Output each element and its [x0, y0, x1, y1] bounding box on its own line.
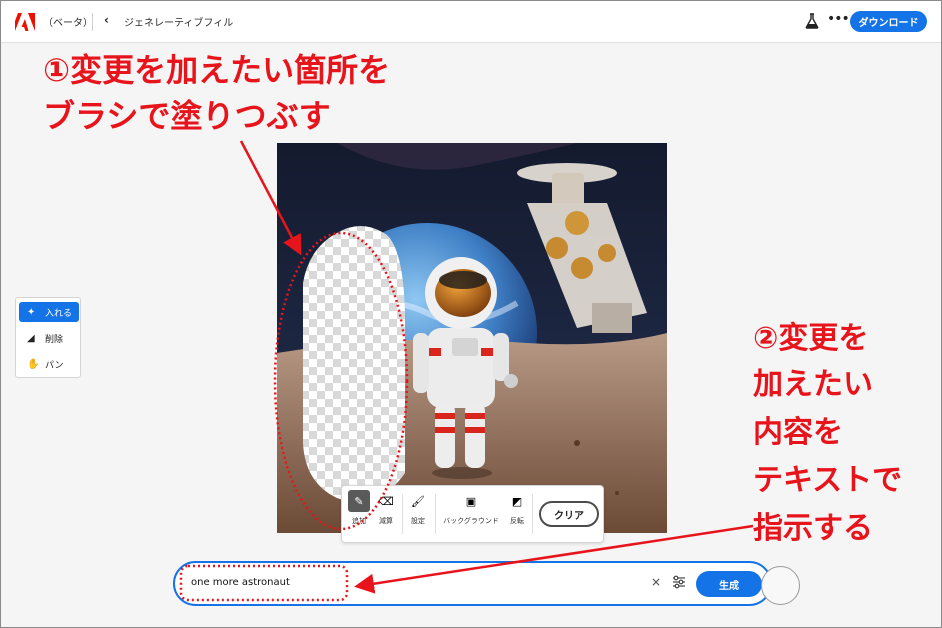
image-canvas[interactable] — [277, 143, 667, 533]
app-title: ジェネレーティブフィル — [124, 18, 234, 29]
flask-icon[interactable] — [805, 13, 819, 29]
tool-remove-label: 削除 — [45, 334, 64, 345]
prompt-bar: one more astronaut × 生成 — [173, 561, 772, 606]
sliders-icon[interactable] — [672, 575, 686, 589]
brush-add-icon: ✎ — [348, 490, 370, 512]
toolbar-divider — [435, 494, 436, 534]
tool-pan[interactable]: ✋ パン — [19, 354, 79, 374]
tool-panel: ✦ 入れる ◢ 削除 ✋ パン — [15, 297, 81, 378]
invert-button[interactable]: ◩ 反転 — [506, 490, 528, 538]
annotation-step2-line4: テキストで — [753, 463, 903, 498]
tool-insert-label: 入れる — [45, 308, 73, 319]
annotation-step2-line5: 指示する — [753, 511, 873, 546]
more-options-icon[interactable]: ••• — [827, 11, 850, 27]
astronaut-scene-image — [277, 143, 667, 533]
app-header: （ベータ） ‹ ジェネレーティブフィル ••• ダウンロード — [1, 1, 941, 43]
annotation-step2-line3: 内容を — [753, 415, 843, 450]
brush-subtract-icon: ⌫ — [378, 494, 394, 508]
invert-icon: ◩ — [511, 494, 523, 508]
prompt-input[interactable]: one more astronaut — [191, 577, 290, 588]
annotation-step2-line2: 加えたい — [753, 367, 873, 402]
tool-pan-label: パン — [45, 360, 64, 371]
tool-remove[interactable]: ◢ 削除 — [19, 328, 79, 348]
toolbar-divider — [402, 494, 403, 534]
brush-toolbar: ✎ 追加 ⌫ 減算 🖌 設定 ▣ バックグラウンド ◩ 反転 クリア — [341, 485, 604, 543]
remove-eraser-icon: ◢ — [27, 332, 35, 344]
select-background-label: バックグラウンド — [443, 517, 499, 525]
brush-subtract-label: 減算 — [379, 517, 393, 525]
toolbar-divider — [532, 494, 533, 534]
header-divider — [92, 13, 93, 31]
hand-pan-icon: ✋ — [27, 358, 40, 370]
circle-button[interactable] — [761, 566, 800, 605]
brush-settings-icon: 🖌 — [411, 494, 425, 508]
annotation-step1-line2: ブラシで塗りつぶす — [43, 97, 331, 135]
clear-button[interactable]: クリア — [539, 501, 599, 527]
download-button[interactable]: ダウンロード — [850, 11, 927, 32]
select-background-button[interactable]: ▣ バックグラウンド — [440, 490, 502, 538]
image-icon: ▣ — [465, 494, 477, 508]
brush-add-button[interactable]: ✎ 追加 — [346, 490, 372, 538]
brush-settings-label: 設定 — [411, 517, 425, 525]
annotation-step1-line1: ①変更を加えたい箇所を — [43, 51, 391, 89]
insert-brush-icon: ✦ — [27, 306, 36, 318]
brush-add-label: 追加 — [352, 517, 366, 525]
adobe-logo[interactable] — [15, 13, 35, 31]
brush-settings-button[interactable]: 🖌 設定 — [406, 490, 430, 538]
clear-prompt-icon[interactable]: × — [651, 575, 661, 589]
brush-subtract-button[interactable]: ⌫ 減算 — [374, 490, 398, 538]
beta-label: （ベータ） — [43, 18, 93, 29]
generate-button[interactable]: 生成 — [696, 571, 762, 597]
annotation-step2-line1: ②変更を — [753, 321, 869, 356]
invert-label: 反転 — [510, 517, 524, 525]
back-chevron-icon[interactable]: ‹ — [104, 13, 109, 27]
tool-insert[interactable]: ✦ 入れる — [19, 302, 79, 322]
